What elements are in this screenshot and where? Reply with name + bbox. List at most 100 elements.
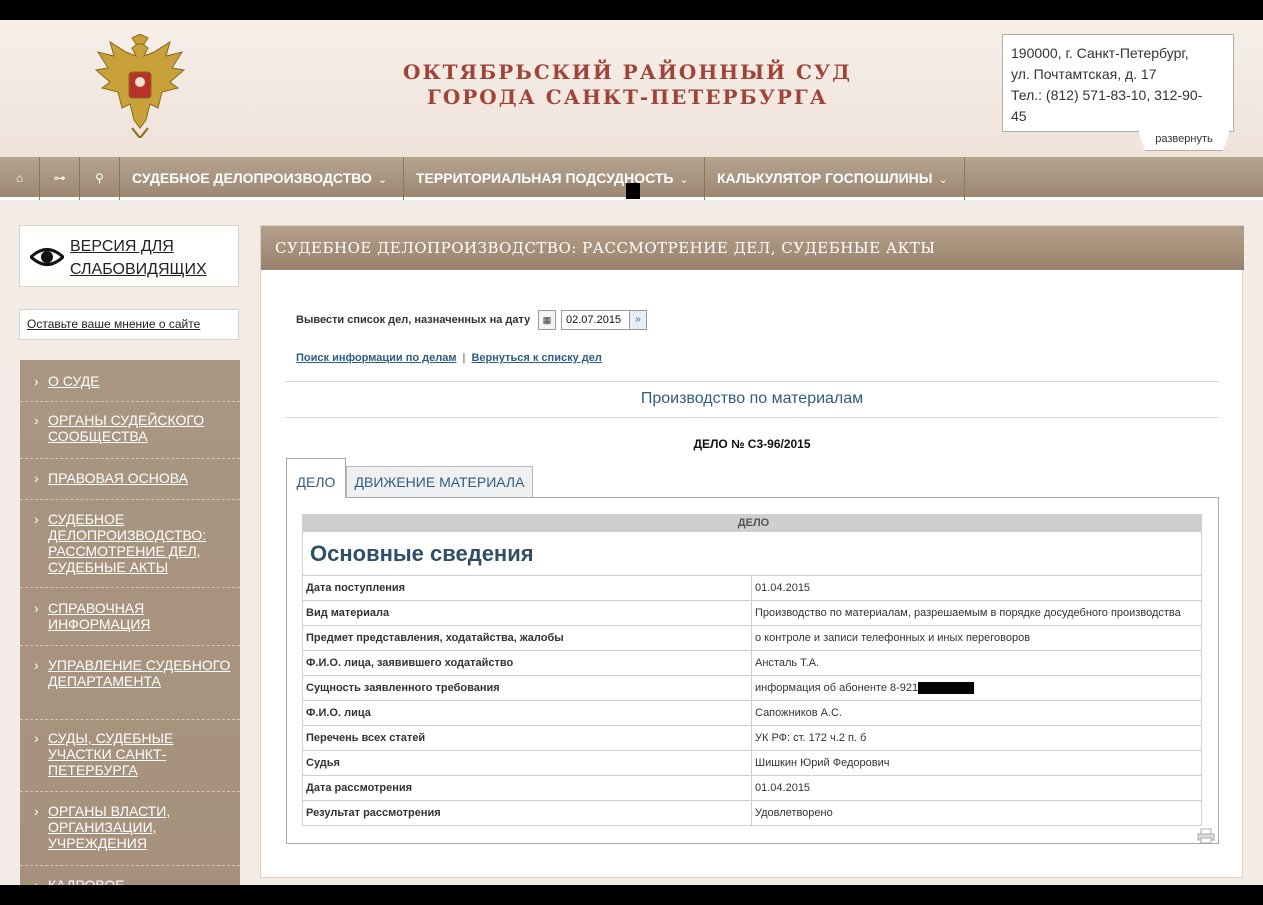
table-subheader: Основные сведения [302,531,1202,576]
case-links-row: Поиск информации по делам | Вернуться к … [296,352,602,364]
side-item-label: ОРГАНЫ СУДЕЙСКОГО СООБЩЕСТВА [48,412,205,444]
tab-panel: ДЕЛО Основные сведения Дата поступления 0… [286,497,1219,844]
case-search-link[interactable]: Поиск информации по делам [296,352,456,364]
tab-material-movement[interactable]: ДВИЖЕНИЕ МАТЕРИАЛА [346,466,533,498]
table-header: ДЕЛО [302,514,1202,532]
table-row: Перечень всех статей УК РФ: ст. 172 ч.2 п… [302,725,1202,751]
chevron-right-icon: › [34,511,39,527]
row-value: Удовлетворено [751,800,1202,826]
address-line: ул. Почтамтская, д. 17 [1011,66,1157,82]
coat-of-arms-icon [94,34,186,138]
address-box: 190000, г. Санкт-Петербург, ул. Почтамтс… [1002,34,1234,132]
row-label: Дата поступления [302,575,752,601]
case-info-table: ДЕЛО Основные сведения Дата поступления 0… [302,514,1202,826]
phone-line: Тел.: (812) 571-83-10, 312-90- [1011,87,1203,103]
side-item-authorities[interactable]: › ОРГАНЫ ВЛАСТИ, ОРГАНИЗАЦИИ, УЧРЕЖДЕНИЯ [20,803,240,866]
chevron-down-icon: ⌄ [938,174,948,186]
expand-address-button[interactable]: развернуть [1138,131,1230,151]
row-value: 01.04.2015 [751,575,1202,601]
divider [285,417,1219,418]
row-label: Вид материала [302,600,752,626]
side-item-about-court[interactable]: › О СУДЕ [20,372,240,402]
chevron-right-icon: › [34,657,39,673]
table-row: Ф.И.О. лица, заявившего ходатайство Анста… [302,650,1202,676]
row-value: информация об абоненте 8-921 [755,681,919,694]
side-item-legal-basis[interactable]: › ПРАВОВАЯ ОСНОВА [20,470,240,500]
low-vision-version-link[interactable]: Версия для слабовидящих [19,225,239,287]
table-row: Сущность заявленного требования информаци… [302,675,1202,701]
row-value: Производство по материалам, разрешаемым … [751,600,1202,626]
calendar-icon[interactable]: ▦ [538,310,556,330]
feedback-link[interactable]: Оставьте ваше мнение о сайте [19,309,239,340]
chevron-right-icon: › [34,803,39,819]
search-icon[interactable]: ⚲ [80,157,120,200]
table-subheader-row: Основные сведения [302,531,1202,576]
side-item-courts-spb[interactable]: › СУДЫ, СУДЕБНЫЕ УЧАСТКИ САНКТ-ПЕТЕРБУРГА [20,730,240,792]
row-value: Ансталь Т.А. [751,650,1202,676]
date-filter-label: Вывести список дел, назначенных на дату [296,314,531,326]
row-label: Сущность заявленного требования [302,675,752,701]
row-value: о контроле и записи телефонных и иных пе… [751,625,1202,651]
chevron-right-icon: › [34,470,39,486]
row-label: Ф.И.О. лица, заявившего ходатайство [302,650,752,676]
side-item-label: КАДРОВОЕ [48,877,125,885]
redaction-mark [626,183,640,199]
nav-judicial-proceedings[interactable]: СУДЕБНОЕ ДЕЛОПРОИЗВОДСТВО ⌄ [121,157,404,200]
chevron-down-icon: ⌄ [679,174,689,186]
print-icon[interactable] [1197,828,1215,844]
side-item-personnel[interactable]: › КАДРОВОЕ [20,877,240,885]
chevron-right-icon: › [34,600,39,616]
side-item-label: ОРГАНЫ ВЛАСТИ, ОРГАНИЗАЦИИ, УЧРЕЖДЕНИЯ [48,803,171,851]
home-icon[interactable]: ⌂ [0,157,40,200]
table-row: Судья Шишкин Юрий Федорович [302,750,1202,776]
page: ОКТЯБРЬСКИЙ РАЙОННЫЙ СУД ГОРОДА САНКТ-ПЕ… [0,20,1263,885]
date-input[interactable] [561,310,631,330]
link-separator: | [462,352,466,364]
phone-line: 45 [1011,108,1027,124]
side-item-reference-info[interactable]: › СПРАВОЧНАЯ ИНФОРМАЦИЯ [20,600,240,646]
nav-item-label: КАЛЬКУЛЯТОР ГОСПОШЛИНЫ [717,170,933,186]
chevron-right-icon: › [34,412,39,428]
sitemap-icon[interactable]: ⊶ [40,157,80,200]
row-value: УК РФ: ст. 172 ч.2 п. б [751,725,1202,751]
side-item-label: О СУДЕ [48,373,100,389]
row-label: Перечень всех статей [302,725,752,751]
court-title-line1: ОКТЯБРЬСКИЙ РАЙОННЫЙ СУД [403,60,852,84]
side-item-judicial-community[interactable]: › ОРГАНЫ СУДЕЙСКОГО СООБЩЕСТВА [20,412,240,459]
row-label: Судья [302,750,752,776]
side-item-label: ПРАВОВАЯ ОСНОВА [48,470,188,486]
row-label: Результат рассмотрения [302,800,752,826]
row-label: Предмет представления, ходатайства, жало… [302,625,752,651]
table-row: Дата рассмотрения 01.04.2015 [302,775,1202,801]
nav-item-label: СУДЕБНОЕ ДЕЛОПРОИЗВОДСТВО [132,170,372,186]
row-label: Дата рассмотрения [302,775,752,801]
chevron-right-icon: › [34,373,39,389]
table-header-row: ДЕЛО [302,514,1202,532]
side-item-judicial-department[interactable]: › УПРАВЛЕНИЕ СУДЕБНОГО ДЕПАРТАМЕНТА [20,657,240,720]
side-item-label: СУДЫ, СУДЕБНЫЕ УЧАСТКИ САНКТ-ПЕТЕРБУРГА [48,730,174,778]
side-item-label: СПРАВОЧНАЯ ИНФОРМАЦИЯ [48,600,151,632]
row-value: 01.04.2015 [751,775,1202,801]
row-value: Шишкин Юрий Федорович [751,750,1202,776]
side-item-label: СУДЕБНОЕ ДЕЛОПРОИЗВОДСТВО: РАССМОТРЕНИЕ … [48,511,207,575]
chevron-down-icon: ⌄ [377,174,388,186]
table-row: Результат рассмотрения Удовлетворено [302,800,1202,826]
court-title-line2: ГОРОДА САНКТ-ПЕТЕРБУРГА [427,85,828,109]
address-line: 190000, г. Санкт-Петербург, [1011,45,1189,61]
nav-territorial-jurisdiction[interactable]: ТЕРРИТОРИАЛЬНАЯ ПОДСУДНОСТЬ ⌄ [405,157,705,200]
table-row: Предмет представления, ходатайства, жало… [302,625,1202,651]
nav-fee-calculator[interactable]: КАЛЬКУЛЯТОР ГОСПОШЛИНЫ ⌄ [706,157,965,200]
row-value-cell: информация об абоненте 8-921 [751,675,1202,701]
side-item-judicial-proceedings[interactable]: › СУДЕБНОЕ ДЕЛОПРОИЗВОДСТВО: РАССМОТРЕНИЕ… [20,511,240,588]
back-to-list-link[interactable]: Вернуться к списку дел [471,352,601,364]
tab-case[interactable]: ДЕЛО [286,458,346,498]
main-heading: СУДЕБНОЕ ДЕЛОПРОИЗВОДСТВО: РАССМОТРЕНИЕ … [261,226,1244,270]
low-vision-label: Версия для слабовидящих [70,238,207,278]
table-row: Дата поступления 01.04.2015 [302,575,1202,601]
section-title: Производство по материалам [640,390,864,407]
table-row: Ф.И.О. лица Сапожников А.С. [302,700,1202,726]
side-menu: › О СУДЕ › ОРГАНЫ СУДЕЙСКОГО СООБЩЕСТВА › П… [20,360,240,885]
main-panel: СУДЕБНОЕ ДЕЛОПРОИЗВОДСТВО: РАССМОТРЕНИЕ … [260,225,1244,878]
case-number: ДЕЛО № С3-96/2015 [693,437,811,451]
apply-date-icon[interactable]: » [629,310,647,330]
